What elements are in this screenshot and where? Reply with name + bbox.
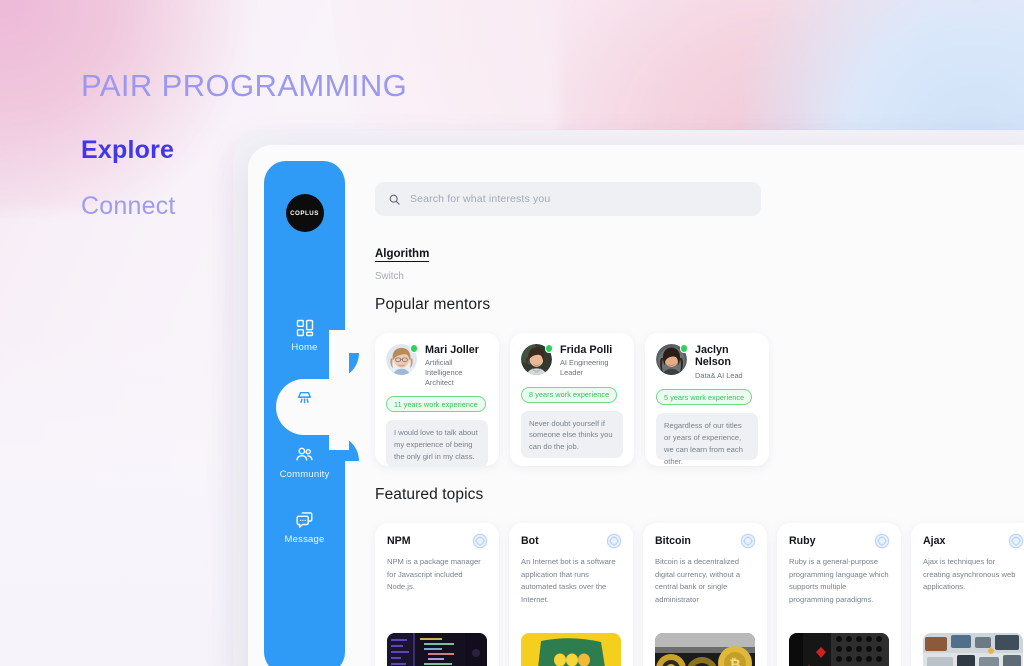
- avatar: [656, 344, 688, 375]
- experience-badge: 5 years work experience: [656, 389, 753, 406]
- mentor-identity: Frida Polli AI Engineering Leader: [560, 344, 623, 378]
- mentor-identity: Jaclyn Nelson Data& AI Lead: [695, 344, 758, 380]
- search-placeholder: Search for what interests you: [410, 193, 551, 205]
- mentor-role: Data& AI Lead: [695, 370, 743, 380]
- topic-description: NPM is a package manager for Javascript …: [387, 557, 481, 592]
- mentor-quote: Regardless of our titles or years of exp…: [656, 413, 758, 466]
- sidebar-item-community-label: Community: [279, 469, 330, 480]
- topic-card[interactable]: NPM NPM is a package manager for Javascr…: [375, 523, 499, 666]
- sidebar-notch-cover: [329, 330, 349, 450]
- topic-card[interactable]: Bot An Internet bot is a software applic…: [509, 523, 633, 666]
- logo-text: COPLUS: [290, 209, 319, 217]
- main-content: Search for what interests you Algorithm …: [361, 161, 1024, 666]
- topic-card[interactable]: Ajax Ajax is techniques for creating asy…: [911, 523, 1024, 666]
- mentor-card[interactable]: Mari Joller Artificiall Intelligence Arc…: [375, 333, 499, 468]
- sidebar-item-home-label: Home: [291, 342, 318, 353]
- chat-bubbles-icon: [294, 509, 315, 530]
- desk-lamp-icon: [294, 387, 315, 408]
- screenshot-root: PAIR PROGRAMMING Explore Connect COPLUS …: [0, 0, 1024, 666]
- sidebar-item-message[interactable]: Message: [264, 509, 345, 545]
- category-tabs: Algorithm Switch: [375, 244, 430, 282]
- status-dot-online: [679, 344, 688, 353]
- refresh-badge-icon[interactable]: [1008, 533, 1024, 549]
- svg-text:₿: ₿: [729, 656, 740, 666]
- topic-description: Bitcoin is a decentralized digital curre…: [655, 557, 741, 604]
- mentor-card[interactable]: Jaclyn Nelson Data& AI Lead 5 years work…: [645, 333, 769, 466]
- desk-devices-flatlay-thumbnail: [923, 633, 1023, 666]
- mentor-quote: Never doubt yourself if someone else thi…: [521, 410, 623, 458]
- mentor-card[interactable]: Frida Polli AI Engineering Leader 8 year…: [510, 333, 634, 466]
- page-title: PAIR PROGRAMMING: [81, 68, 408, 103]
- mentor-identity: Mari Joller Artificiall Intelligence Arc…: [425, 344, 488, 387]
- avatar: [386, 344, 418, 375]
- mentor-role: Artificiall Intelligence Architect: [425, 358, 463, 387]
- avatar: [521, 344, 553, 375]
- nav-link-connect[interactable]: Connect: [81, 192, 176, 221]
- search-icon: [388, 193, 401, 206]
- topic-card-list: NPM NPM is a package manager for Javascr…: [375, 523, 1024, 666]
- yellow-green-bot-thumbnail: [521, 633, 621, 666]
- status-dot-online: [544, 344, 553, 353]
- mentor-name: Frida Polli: [560, 344, 613, 356]
- coplus-logo[interactable]: COPLUS: [285, 194, 324, 232]
- topic-description: Ajax is techniques for creating asynchro…: [923, 557, 1016, 592]
- mentor-quote: I would love to talk about my experience…: [386, 420, 488, 468]
- code-editor-dark-thumbnail: [387, 633, 487, 666]
- tab-algorithm-label: Algorithm: [375, 248, 430, 262]
- topic-description: Ruby is a general-purpose programming la…: [789, 557, 889, 604]
- mentor-name: Jaclyn Nelson: [695, 344, 731, 369]
- refresh-badge-icon[interactable]: [740, 533, 756, 549]
- section-title-featured-topics: Featured topics: [375, 486, 484, 503]
- mentor-role: AI Engineering Leader: [560, 358, 609, 378]
- red-gems-dark-thumbnail: [789, 633, 889, 666]
- topic-card[interactable]: Ruby Ruby is a general-purpose programmi…: [777, 523, 901, 666]
- search-input[interactable]: Search for what interests you: [375, 182, 761, 216]
- mentor-card-list: Mari Joller Artificiall Intelligence Arc…: [375, 333, 769, 468]
- mentor-header: Jaclyn Nelson Data& AI Lead: [656, 344, 758, 380]
- experience-badge: 8 years work experience: [521, 386, 618, 403]
- mentor-header: Frida Polli AI Engineering Leader: [521, 344, 623, 378]
- refresh-badge-icon[interactable]: [874, 533, 890, 549]
- refresh-badge-icon[interactable]: [472, 533, 488, 549]
- experience-badge: 11 years work experience: [386, 396, 486, 413]
- sidebar-item-message-label: Message: [284, 534, 325, 545]
- refresh-badge-icon[interactable]: [606, 533, 622, 549]
- nav-link-explore[interactable]: Explore: [81, 136, 174, 165]
- people-group-icon: [294, 444, 315, 465]
- tab-algorithm[interactable]: Algorithm: [375, 244, 430, 262]
- gold-coins-thumbnail: ₿: [655, 633, 755, 666]
- tab-switch[interactable]: Switch: [375, 271, 429, 282]
- app-window: COPLUS Home Community Message Search for…: [248, 145, 1024, 666]
- status-dot-online: [409, 344, 418, 353]
- dashboard-grid-icon: [295, 318, 315, 338]
- section-title-popular-mentors: Popular mentors: [375, 296, 491, 313]
- topic-card[interactable]: Bitcoin Bitcoin is a decentralized digit…: [643, 523, 767, 666]
- topic-description: An Internet bot is a software applicatio…: [521, 557, 616, 604]
- mentor-name: Mari Joller: [425, 344, 480, 356]
- mentor-header: Mari Joller Artificiall Intelligence Arc…: [386, 344, 488, 387]
